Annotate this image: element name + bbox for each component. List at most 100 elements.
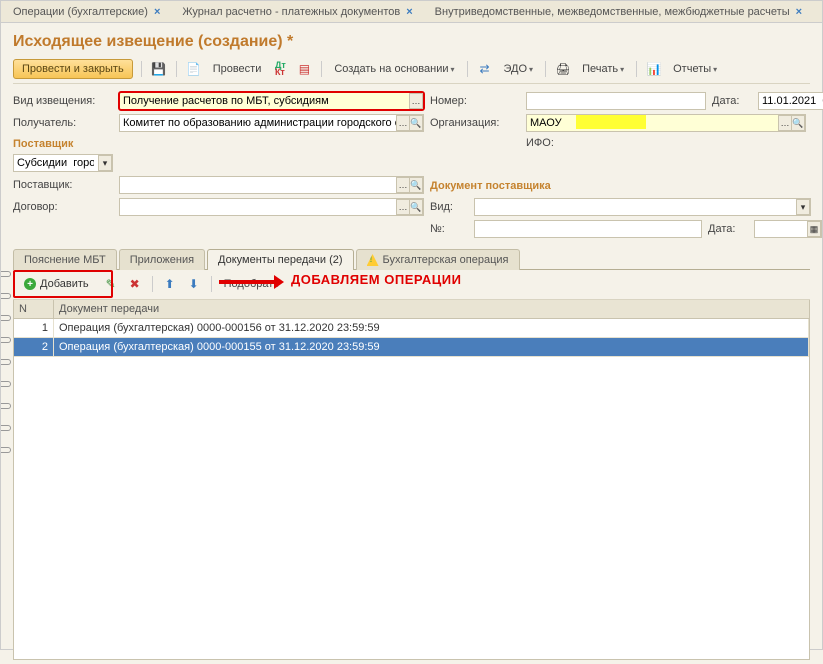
search-icon[interactable]: 🔍 <box>791 115 805 131</box>
separator <box>176 61 177 77</box>
print-label: Печать <box>582 63 618 75</box>
ifo-field[interactable]: ▾ <box>13 154 113 172</box>
tab-journal[interactable]: Журнал расчетно - платежных документов × <box>174 4 426 20</box>
org-input[interactable] <box>526 114 806 132</box>
separator <box>636 61 637 77</box>
separator <box>211 276 212 292</box>
subtab-docs[interactable]: Документы передачи (2) <box>207 249 354 270</box>
recipient-input[interactable] <box>119 114 424 132</box>
chevron-down-icon: ▾ <box>529 65 533 74</box>
edo-label: ЭДО <box>504 63 528 75</box>
separator <box>152 276 153 292</box>
recipient-label: Получатель: <box>13 117 113 129</box>
contract-field[interactable]: …🔍 <box>119 198 424 216</box>
registry-icon[interactable]: ▤ <box>295 60 313 78</box>
close-icon[interactable]: × <box>406 6 412 18</box>
number-input[interactable] <box>526 92 706 110</box>
vid-label: Вид: <box>430 201 468 213</box>
org-label: Организация: <box>430 117 520 129</box>
dt-kt-icon[interactable]: ДтКт <box>271 60 289 78</box>
ellipsis-icon[interactable]: … <box>396 199 410 215</box>
subtab-label: Документы передачи (2) <box>218 254 343 266</box>
form-row-1: Вид извещения: … Номер: Дата: ▦ <box>13 92 810 110</box>
spiral-binding <box>1 271 11 453</box>
tab-label: Внутриведомственные, межведомственные, м… <box>435 6 790 18</box>
recipient-field[interactable]: …🔍 <box>119 114 424 132</box>
supplier-label: Поставщик: <box>13 179 113 191</box>
search-icon[interactable]: 🔍 <box>409 199 423 215</box>
docs-toolbar: + Добавить ✎ ✖ ⬆ ⬇ Подобрать ДОБАВЛЯЕМ О… <box>13 270 810 300</box>
num2-input[interactable] <box>474 220 702 238</box>
subtab-explain[interactable]: Пояснение МБТ <box>13 249 117 270</box>
reports-icon[interactable]: 📊 <box>645 60 663 78</box>
move-up-icon[interactable]: ⬆ <box>161 275 179 293</box>
create-based-button[interactable]: Создать на основании ▾ <box>330 61 458 77</box>
close-icon[interactable]: × <box>154 6 160 18</box>
separator <box>141 61 142 77</box>
ellipsis-icon[interactable]: … <box>396 115 410 131</box>
post-and-close-button[interactable]: Провести и закрыть <box>13 59 133 79</box>
vid-field[interactable]: ▾ <box>474 198 811 216</box>
separator <box>321 61 322 77</box>
col-n: N <box>14 300 54 318</box>
tab-label: Операции (бухгалтерские) <box>13 6 148 18</box>
print-icon[interactable]: 🖨 <box>554 60 572 78</box>
date2-field[interactable]: ▦ <box>754 220 822 238</box>
top-tabs: Операции (бухгалтерские) × Журнал расчет… <box>1 1 822 23</box>
move-down-icon[interactable]: ⬇ <box>185 275 203 293</box>
delete-icon[interactable]: ✖ <box>126 275 144 293</box>
print-button[interactable]: Печать ▾ <box>578 61 628 77</box>
table-row[interactable]: 1 Операция (бухгалтерская) 0000-000156 о… <box>14 319 809 338</box>
supplier-field[interactable]: …🔍 <box>119 176 424 194</box>
edo-button[interactable]: ЭДО ▾ <box>500 61 538 77</box>
supplier-header: Поставщик <box>13 138 520 150</box>
post-button[interactable]: Провести <box>209 61 266 77</box>
ellipsis-icon[interactable]: … <box>396 177 410 193</box>
col-doc: Документ передачи <box>54 300 809 318</box>
calendar-icon[interactable]: ▦ <box>807 221 821 237</box>
save-icon[interactable]: 💾 <box>150 60 168 78</box>
table-body[interactable]: 1 Операция (бухгалтерская) 0000-000156 о… <box>14 319 809 659</box>
dropdown-icon[interactable]: ▾ <box>98 155 112 171</box>
supplier-doc-header: Документ поставщика <box>430 180 806 192</box>
search-icon[interactable]: 🔍 <box>409 177 423 193</box>
ellipsis-icon[interactable]: … <box>778 115 792 131</box>
cell-n: 2 <box>14 338 54 356</box>
subtab-attachments[interactable]: Приложения <box>119 249 205 270</box>
table-header: N Документ передачи <box>14 300 809 319</box>
reports-label: Отчеты <box>673 63 711 75</box>
table-row[interactable]: 2 Операция (бухгалтерская) 0000-000155 о… <box>14 338 809 357</box>
reports-button[interactable]: Отчеты ▾ <box>669 61 721 77</box>
date-input[interactable] <box>758 92 823 110</box>
search-icon[interactable]: 🔍 <box>409 115 423 131</box>
contract-input[interactable] <box>119 198 424 216</box>
subtab-accop[interactable]: Бухгалтерская операция <box>356 249 520 270</box>
list-icon[interactable]: 📄 <box>185 60 203 78</box>
ellipsis-icon[interactable]: … <box>409 93 423 109</box>
edit-icon[interactable]: ✎ <box>102 275 120 293</box>
supplier-input[interactable] <box>119 176 424 194</box>
number-label: Номер: <box>430 95 520 107</box>
notice-type-input[interactable] <box>119 92 424 110</box>
warning-icon <box>367 254 379 266</box>
subtab-bar: Пояснение МБТ Приложения Документы перед… <box>13 248 810 270</box>
form-row-5: Договор: …🔍 Вид: ▾ <box>13 198 810 216</box>
vid-input[interactable] <box>474 198 811 216</box>
dropdown-icon[interactable]: ▾ <box>796 199 810 215</box>
cell-n: 1 <box>14 319 54 337</box>
number-field[interactable] <box>526 92 706 110</box>
edo-icon[interactable]: ⇄ <box>476 60 494 78</box>
close-icon[interactable]: × <box>796 6 802 18</box>
page-title: Исходящее извещение (создание) * <box>13 33 810 51</box>
notice-type-field[interactable]: … <box>119 92 424 110</box>
post-label: Провести <box>213 63 262 75</box>
org-field[interactable]: …🔍 <box>526 114 806 132</box>
separator <box>545 61 546 77</box>
add-button[interactable]: + Добавить <box>17 275 96 293</box>
cell-doc: Операция (бухгалтерская) 0000-000156 от … <box>54 319 809 337</box>
add-label: Добавить <box>40 278 89 290</box>
num2-field[interactable] <box>474 220 702 238</box>
tab-interdept[interactable]: Внутриведомственные, межведомственные, м… <box>427 4 816 20</box>
date-field[interactable]: ▦ <box>758 92 823 110</box>
tab-operations[interactable]: Операции (бухгалтерские) × <box>5 4 174 20</box>
